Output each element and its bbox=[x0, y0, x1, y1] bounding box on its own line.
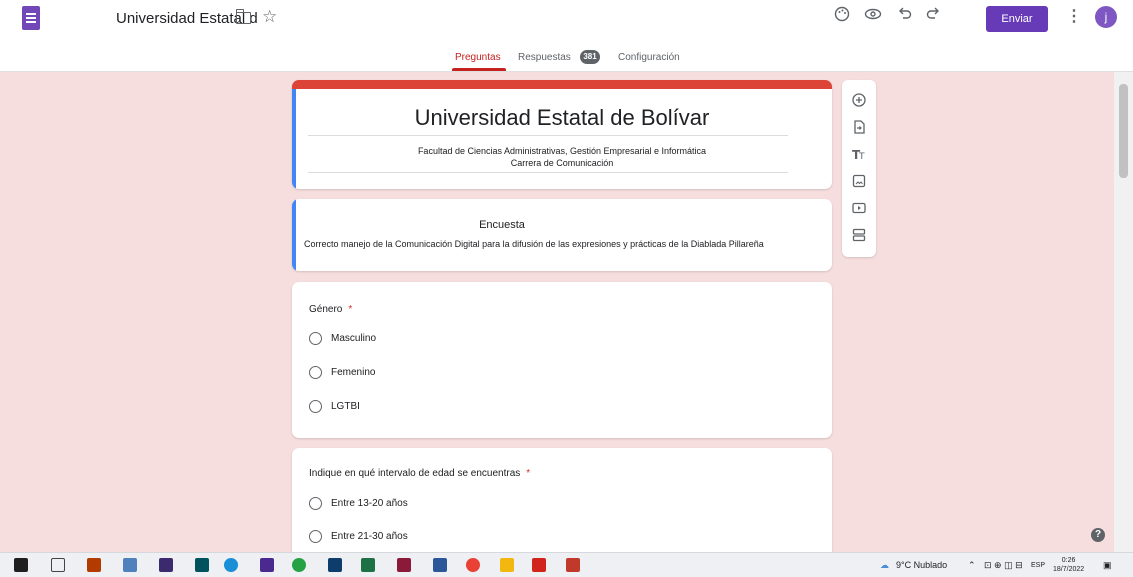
app-icon[interactable] bbox=[566, 558, 580, 572]
notifications-icon[interactable]: ▣ bbox=[1103, 560, 1112, 571]
task-view-icon[interactable] bbox=[51, 558, 65, 572]
section-title[interactable]: Encuesta bbox=[292, 219, 712, 231]
active-tab-indicator bbox=[452, 68, 506, 71]
word-icon[interactable] bbox=[433, 558, 447, 572]
form-title[interactable]: Universidad Estatal de Bolívar bbox=[292, 105, 832, 131]
more-options-icon[interactable]: ⋮ bbox=[1066, 6, 1082, 28]
form-title-card[interactable]: Universidad Estatal de Bolívar Facultad … bbox=[292, 80, 832, 189]
file-app-icon[interactable] bbox=[123, 558, 137, 572]
question-title[interactable]: Indique en qué intervalo de edad se encu… bbox=[309, 468, 530, 479]
help-icon[interactable]: ? bbox=[1091, 528, 1105, 542]
file-explorer-icon[interactable] bbox=[500, 558, 514, 572]
selected-card-accent bbox=[292, 89, 296, 189]
option-label: Entre 13-20 años bbox=[331, 498, 408, 509]
title-divider bbox=[308, 135, 788, 136]
tray-chevron-icon[interactable]: ⌃ bbox=[968, 560, 976, 571]
add-title-icon[interactable]: TT bbox=[850, 145, 868, 163]
scrollbar-thumb[interactable] bbox=[1119, 84, 1128, 178]
add-image-icon[interactable] bbox=[850, 172, 868, 190]
section-description[interactable]: Correcto manejo de la Comunicación Digit… bbox=[304, 238, 814, 250]
premiere-icon[interactable] bbox=[260, 558, 274, 572]
weather-text[interactable]: 9°C Nublado bbox=[896, 560, 947, 570]
windows-taskbar: ☁ 9°C Nublado ⌃ ⊡ ⊕ ◫ ⊟ ESP 0:26 18/7/202… bbox=[0, 552, 1133, 577]
edge-icon[interactable] bbox=[224, 558, 238, 572]
option-label: Masculino bbox=[331, 333, 377, 344]
acrobat-icon[interactable] bbox=[532, 558, 546, 572]
add-section-icon[interactable] bbox=[850, 226, 868, 244]
floating-toolbar: TT bbox=[842, 80, 876, 257]
tab-preguntas[interactable]: Preguntas bbox=[455, 52, 501, 63]
illustrator-icon[interactable] bbox=[87, 558, 101, 572]
option-label: Femenino bbox=[331, 367, 376, 378]
send-button[interactable]: Enviar bbox=[986, 6, 1048, 32]
import-questions-icon[interactable] bbox=[850, 118, 868, 136]
forms-header: Universidad Estatal d ☆ Enviar ⋮ j Pregu… bbox=[0, 0, 1133, 72]
option-label: LGTBI bbox=[331, 401, 360, 412]
audition-icon[interactable] bbox=[195, 558, 209, 572]
required-asterisk: * bbox=[526, 468, 531, 479]
question-title[interactable]: Género * bbox=[309, 304, 352, 315]
after-effects-icon[interactable] bbox=[159, 558, 173, 572]
required-asterisk: * bbox=[348, 304, 353, 315]
weather-icon[interactable]: ☁ bbox=[880, 560, 889, 571]
radio-21-30[interactable] bbox=[309, 530, 322, 543]
system-clock[interactable]: 0:26 18/7/2022 bbox=[1053, 556, 1084, 574]
radio-femenino[interactable] bbox=[309, 366, 322, 379]
indesign-icon[interactable] bbox=[397, 558, 411, 572]
windows-start-icon[interactable] bbox=[14, 558, 28, 572]
chrome-icon[interactable] bbox=[466, 558, 480, 572]
language-indicator[interactable]: ESP bbox=[1031, 562, 1045, 569]
customize-theme-icon[interactable] bbox=[831, 6, 853, 28]
section-description-card[interactable]: Encuesta Correcto manejo de la Comunicac… bbox=[292, 199, 832, 271]
redo-icon[interactable] bbox=[922, 6, 944, 28]
tray-icons[interactable]: ⊡ ⊕ ◫ ⊟ bbox=[984, 560, 1023, 571]
radio-13-20[interactable] bbox=[309, 497, 322, 510]
photoshop-icon[interactable] bbox=[328, 558, 342, 572]
move-to-folder-icon[interactable] bbox=[235, 9, 251, 24]
radio-masculino[interactable] bbox=[309, 332, 322, 345]
question-card-genero[interactable]: Género * Masculino Femenino LGTBI bbox=[292, 282, 832, 438]
radio-lgtbi[interactable] bbox=[309, 400, 322, 413]
tab-respuestas[interactable]: Respuestas bbox=[518, 52, 571, 63]
card-accent bbox=[292, 199, 296, 271]
star-icon[interactable]: ☆ bbox=[262, 7, 277, 27]
add-question-icon[interactable] bbox=[850, 91, 868, 109]
undo-icon[interactable] bbox=[894, 6, 916, 28]
preview-icon[interactable] bbox=[862, 6, 884, 28]
add-video-icon[interactable] bbox=[850, 199, 868, 217]
option-label: Entre 21-30 años bbox=[331, 531, 408, 542]
form-subtitle-line2[interactable]: Carrera de Comunicación bbox=[292, 158, 832, 168]
responses-count-badge: 381 bbox=[580, 50, 600, 64]
whatsapp-icon[interactable] bbox=[292, 558, 306, 572]
form-subtitle-line1[interactable]: Facultad de Ciencias Administrativas, Ge… bbox=[292, 146, 832, 156]
description-divider bbox=[308, 172, 788, 173]
svg-text:T: T bbox=[858, 152, 865, 162]
avatar[interactable]: j bbox=[1095, 6, 1117, 28]
excel-icon[interactable] bbox=[361, 558, 375, 572]
google-forms-icon[interactable] bbox=[22, 6, 40, 30]
tab-configuracion[interactable]: Configuración bbox=[618, 52, 680, 63]
page-scrollbar[interactable] bbox=[1114, 72, 1133, 552]
